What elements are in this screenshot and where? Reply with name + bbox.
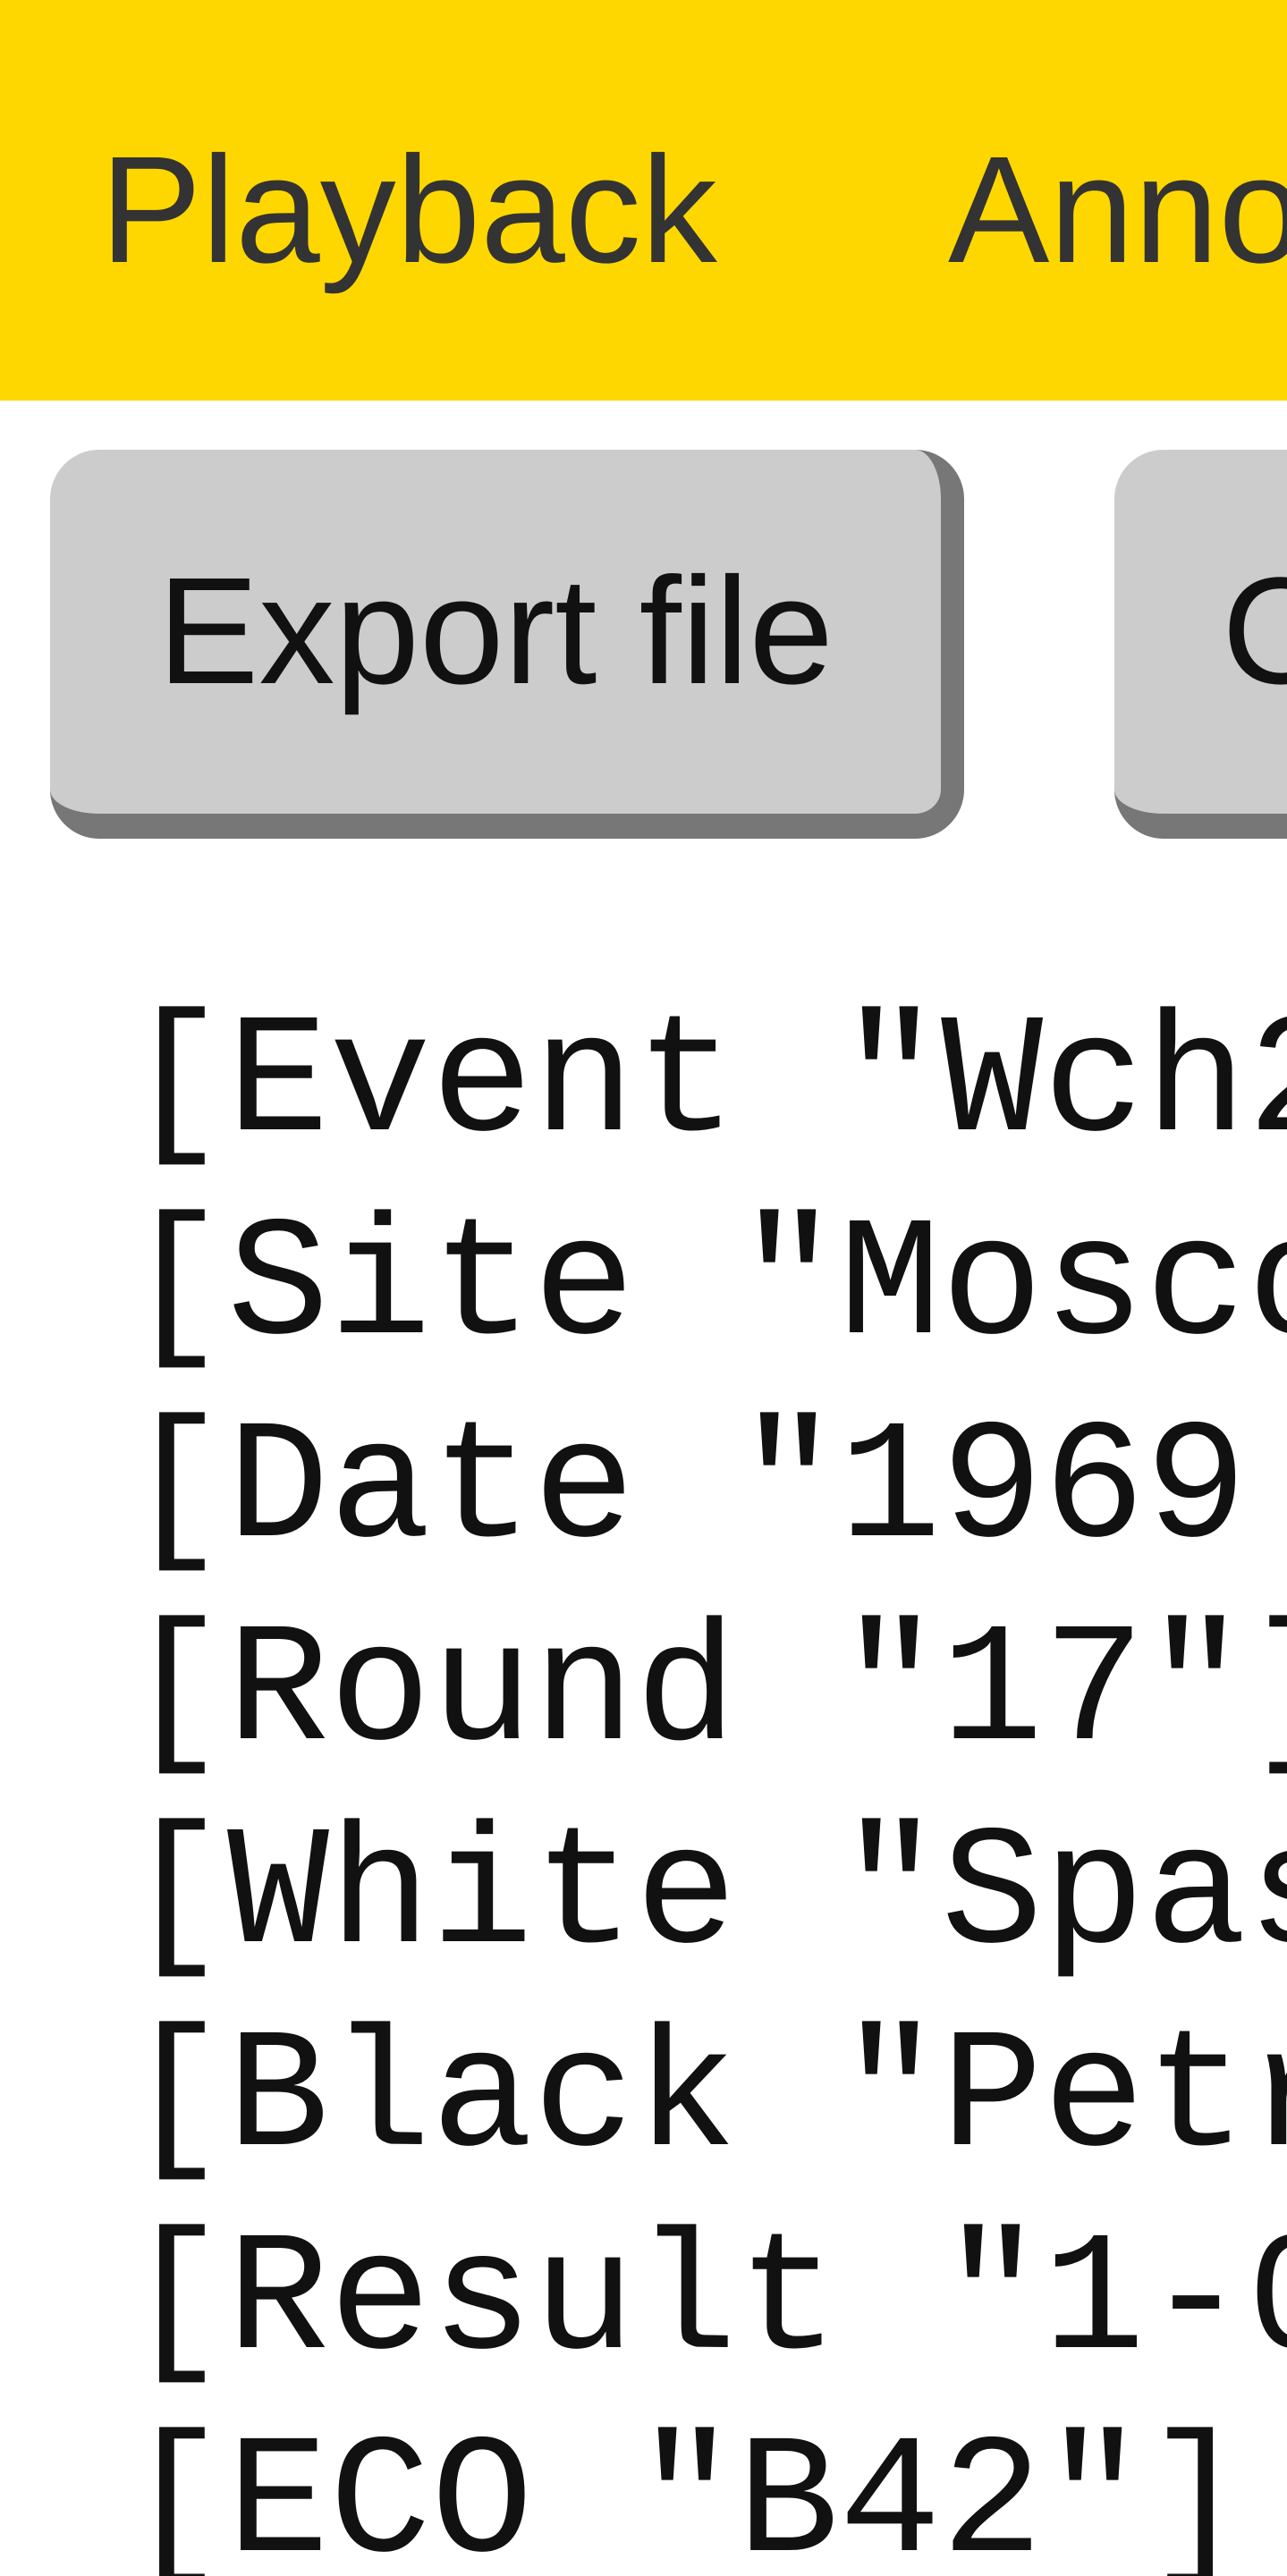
menu-item-annotations[interactable]: Annotations [948, 125, 1287, 295]
pgn-tag-eco: [ECO "B42"] [125, 2410, 1248, 2576]
app-page: Playback Annotations Export file Copy [E… [0, 0, 1287, 2576]
pgn-text: [Event "Wch29"][Site "Moscow"][Date "196… [125, 984, 1287, 2576]
menu-item-playback[interactable]: Playback [100, 125, 717, 295]
pgn-tag-site: [Site "Moscow"] [125, 1192, 1287, 1384]
export-file-button[interactable]: Export file [50, 450, 964, 839]
copy-button[interactable]: Copy [1114, 450, 1287, 839]
pgn-tag-black: [Black "Petrosian [125, 2004, 1287, 2196]
pgn-tag-white: [White "Spassky [125, 1801, 1287, 1993]
pgn-tag-date: [Date "1969 [125, 1395, 1248, 1587]
pgn-tag-result: [Result "1-0"] [125, 2207, 1287, 2399]
pgn-tag-round: [Round "17"] [125, 1598, 1287, 1790]
pgn-tag-event: [Event "Wch29"] [125, 989, 1287, 1181]
menu-bar: Playback Annotations [0, 0, 1287, 401]
